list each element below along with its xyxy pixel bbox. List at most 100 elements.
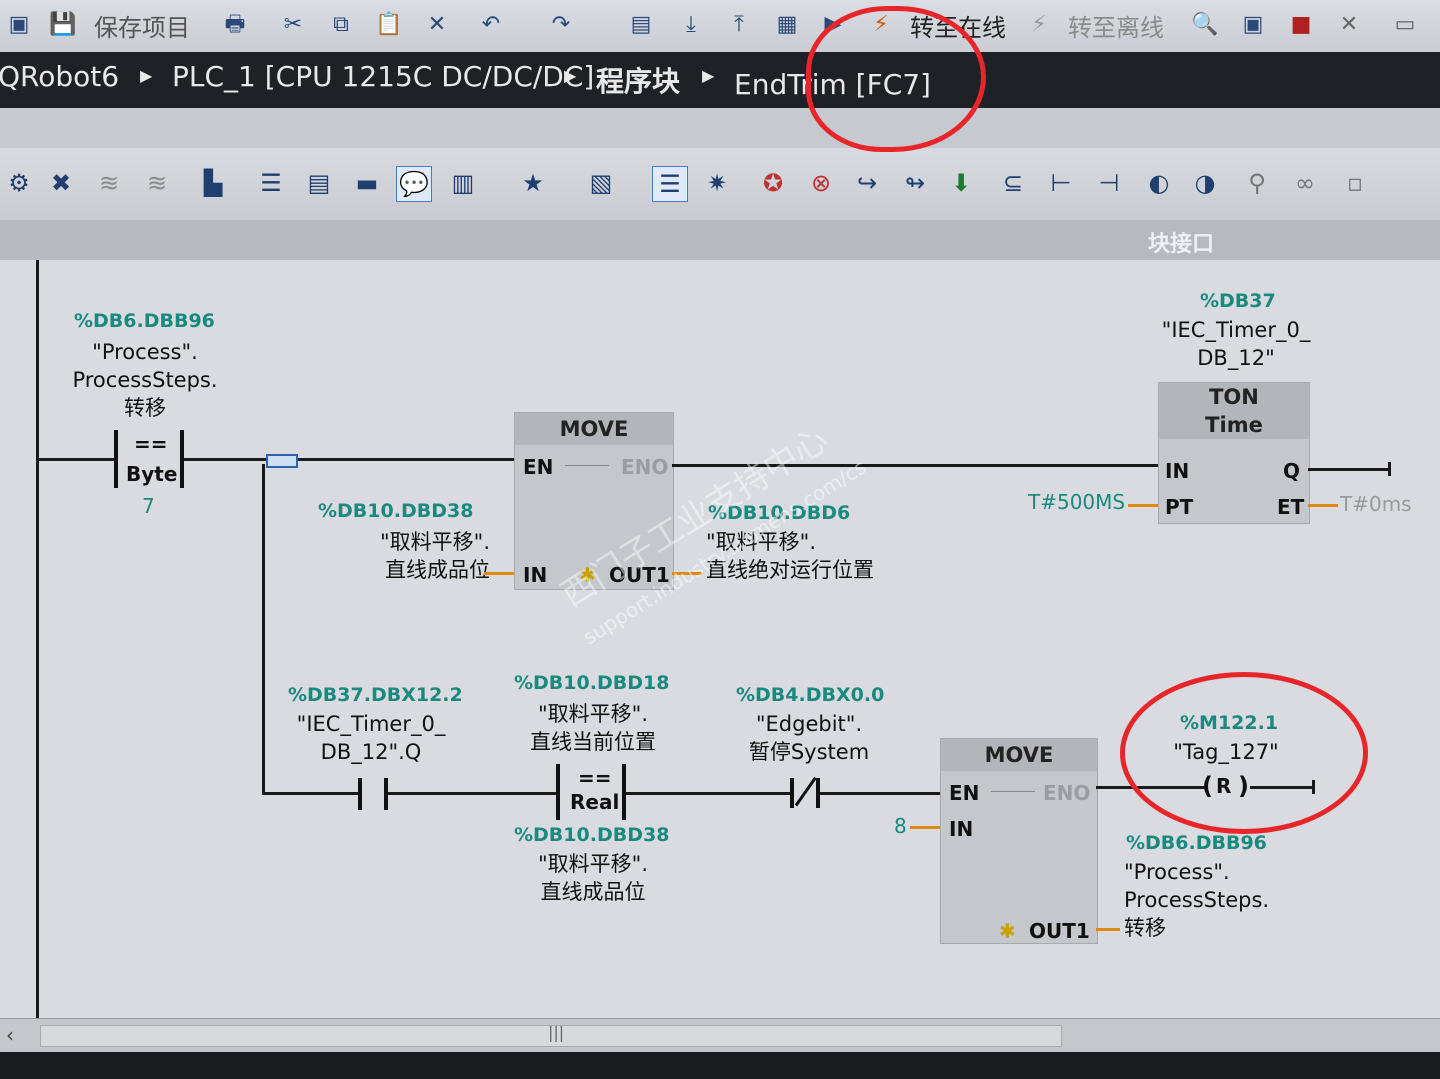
upload-icon[interactable]: ⤒ [724, 10, 754, 40]
main-toolbar: ▣ 💾 保存项目 🖶 ✂ ⧉ 📋 ✕ ↶ ↷ ▤ ⤓ ⤒ ▦ ▶ ⚡ 转至在线 … [0, 0, 1440, 53]
download-icon[interactable]: ⤓ [676, 10, 706, 40]
timer-q-wire [1308, 468, 1390, 471]
monitor-icon[interactable]: ▙ [196, 166, 230, 200]
edge-address: %DB4.DBX0.0 [736, 684, 885, 706]
cmp2-operand2: "取料平移". 直线成品位 [538, 852, 648, 904]
cmp2-contact-left [556, 764, 560, 820]
cmp2-operand: "取料平移". 直线当前位置 [530, 702, 656, 754]
chevron-right-icon: ▶ [564, 66, 577, 85]
monitor-on-icon[interactable]: ◐ [1142, 166, 1176, 200]
chevron-right-icon: ▶ [702, 66, 715, 85]
contact-q-operand: "IEC_Timer_0_ DB_12".Q [296, 712, 446, 764]
close-branch-icon[interactable]: ⊣ [1092, 166, 1126, 200]
operand-display-icon[interactable]: ▧ [584, 166, 618, 200]
step-over-icon[interactable]: ↬ [898, 166, 932, 200]
cmp1-type: Byte [126, 462, 178, 486]
move2-in-value: 8 [894, 814, 907, 838]
go-offline-icon[interactable]: ⚡ [1024, 10, 1054, 40]
cmp1-contact-left [114, 430, 118, 488]
collapse-all-icon[interactable]: ☰ [254, 166, 288, 200]
call-environment-icon[interactable]: ⚲ [1240, 166, 1274, 200]
editor-toolbar: ⚙ ✖ ≋ ≋ ▙ ☰ ▤ ▬ 💬 ▥ ★ ▧ ☰ ✷ ✪ ⊗ ↪ ↬ ⬇ ⊆ … [0, 148, 1440, 220]
close-all-icon[interactable]: ▬ [350, 166, 384, 200]
block-interface-label[interactable]: 块接口 [1148, 226, 1214, 258]
absolute-address-icon[interactable]: ▥ [446, 166, 480, 200]
favorites-icon[interactable]: ★ [516, 166, 550, 200]
move1-in-operand: "取料平移". 直线成品位 [380, 530, 490, 582]
branch-junction[interactable] [266, 454, 298, 468]
block-interface-strip [0, 220, 1440, 260]
save-project-button[interactable]: 保存项目 [94, 8, 190, 43]
cut-icon[interactable]: ✂ [278, 10, 308, 40]
branch-vertical-wire [262, 464, 265, 794]
cmp1-operand: "Process". ProcessSteps. 转移 [72, 340, 218, 420]
breadcrumb-project[interactable]: QRobot6 [0, 60, 119, 93]
rewire-icon[interactable]: ✷ [700, 166, 734, 200]
editor-header-band [0, 108, 1440, 148]
delete-network-icon[interactable]: ✖ [44, 166, 78, 200]
copy-icon[interactable]: ⧉ [326, 10, 356, 40]
move1-in-address: %DB10.DBD38 [318, 500, 474, 522]
contact-q-address: %DB37.DBX12.2 [288, 684, 463, 706]
step-icon[interactable]: ↪ [850, 166, 884, 200]
stop-cpu-icon[interactable]: ■ [1286, 10, 1316, 40]
timer-et-value: T#0ms [1340, 492, 1412, 516]
undo-icon[interactable]: ↶ [476, 10, 506, 40]
cmp2-address2: %DB10.DBD38 [514, 824, 670, 846]
breadcrumb: QRobot6 ▶ PLC_1 [CPU 1215C DC/DC/DC] ▶ 程… [0, 52, 1440, 108]
delete-icon[interactable]: ✕ [422, 10, 452, 40]
nc-contact-left [790, 778, 794, 808]
breadcrumb-plc[interactable]: PLC_1 [CPU 1215C DC/DC/DC] [172, 60, 594, 93]
status-strip [0, 1052, 1440, 1079]
cmp1-value: 7 [142, 494, 155, 518]
compile-icon[interactable]: ▤ [626, 10, 656, 40]
move2-out-operand: "Process". ProcessSteps. 转移 [1124, 860, 1270, 940]
insert-network-icon[interactable]: ⚙ [2, 166, 36, 200]
simulation-icon[interactable]: ▦ [772, 10, 802, 40]
open-all-icon[interactable]: ▤ [302, 166, 336, 200]
cmp2-operator: == [578, 766, 612, 790]
cross-reference-icon[interactable]: ▣ [1238, 10, 1268, 40]
timer-db-name: "IEC_Timer_0_ DB_12" [1161, 318, 1311, 370]
comments-icon[interactable]: 💬 [396, 166, 432, 202]
monitor-off-icon[interactable]: ◑ [1188, 166, 1222, 200]
annotation-circle-coil [1120, 672, 1368, 834]
scroll-left-icon[interactable]: ‹ [6, 1023, 14, 1047]
chevron-right-icon: ▶ [140, 66, 153, 85]
cmp2-type: Real [570, 790, 620, 814]
rung1-wire [184, 458, 516, 461]
go-offline-button[interactable]: 转至离线 [1068, 8, 1164, 43]
split-editor-icon[interactable]: ▭ [1390, 10, 1420, 40]
move2-block[interactable]: MOVE EN ENO IN ✱ OUT1 [940, 738, 1098, 944]
print-icon[interactable]: 🖶 [220, 10, 250, 40]
cmp2-address: %DB10.DBD18 [514, 672, 670, 694]
power-rail [36, 260, 39, 1020]
insert-row-icon[interactable]: ≋ [92, 166, 126, 200]
status-display-icon[interactable]: ⊆ [996, 166, 1030, 200]
contact-q-left [358, 778, 362, 810]
close-icon[interactable]: ✕ [1334, 10, 1364, 40]
open-box-icon[interactable]: ⊢ [1044, 166, 1078, 200]
ton-timer-block[interactable]: TON Time IN Q PT ET [1158, 382, 1310, 524]
save-icon[interactable]: 💾 [48, 10, 78, 40]
redo-icon[interactable]: ↷ [546, 10, 576, 40]
edge-operand: "Edgebit". 暂停System [748, 712, 870, 764]
cmp1-operator: == [134, 432, 168, 456]
nc-contact-slash [794, 776, 817, 807]
horizontal-scrollbar[interactable]: ‹ ||| [0, 1018, 1440, 1053]
clear-breakpoint-icon[interactable]: ⊗ [804, 166, 838, 200]
breakpoint-icon[interactable]: ✪ [756, 166, 790, 200]
asterisk-icon: ✱ [999, 919, 1016, 943]
go-icon[interactable]: ⬇ [944, 166, 978, 200]
glasses-icon[interactable]: ∞ [1288, 166, 1322, 200]
ladder-network: %DB6.DBB96 "Process". ProcessSteps. 转移 =… [0, 260, 1440, 1020]
paste-icon[interactable]: 📋 [374, 10, 404, 40]
grip-icon: ||| [548, 1023, 565, 1042]
timer-pt-value: T#500MS [1028, 490, 1126, 514]
accessible-devices-icon[interactable]: 🔍 [1190, 10, 1220, 40]
lock-icon[interactable]: ▫ [1338, 166, 1372, 200]
open-project-icon[interactable]: ▣ [4, 10, 34, 40]
breadcrumb-program-blocks[interactable]: 程序块 [596, 60, 680, 100]
append-row-icon[interactable]: ≋ [140, 166, 174, 200]
network-overview-icon[interactable]: ☰ [652, 166, 688, 202]
